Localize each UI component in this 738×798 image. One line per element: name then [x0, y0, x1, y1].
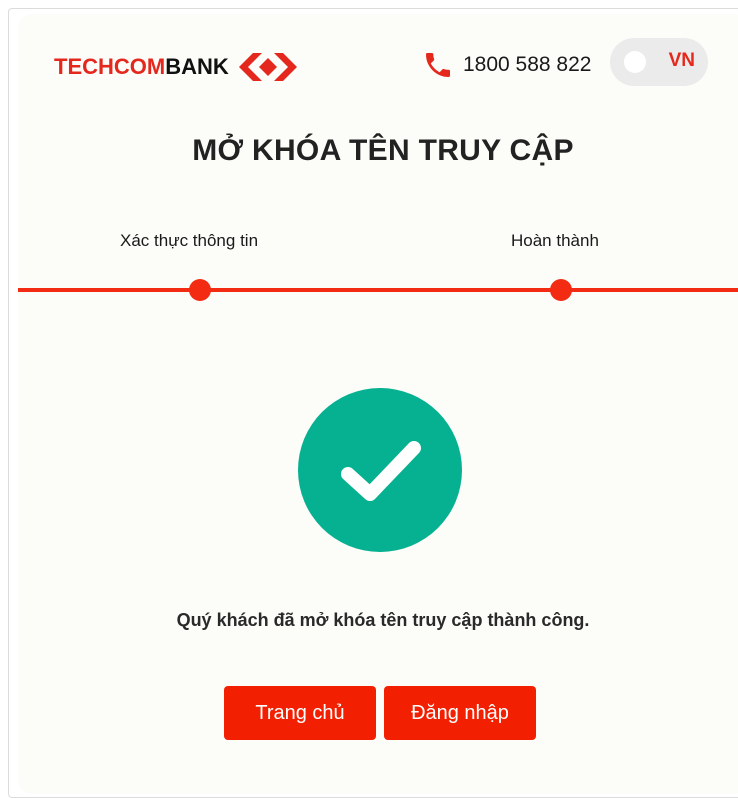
- step-label-complete: Hoàn thành: [511, 231, 599, 250]
- language-label: VN: [668, 50, 695, 71]
- checkmark-circle-icon: [298, 388, 462, 552]
- success-message: Quý khách đã mở khóa tên truy cập thành …: [176, 610, 590, 630]
- techcombank-logo[interactable]: TECHCOMBANK: [54, 52, 297, 82]
- logo-text-techcom: TECHCOM: [54, 54, 166, 79]
- progress-line: [18, 288, 738, 292]
- step-dot-complete: [550, 279, 572, 301]
- techcombank-logo-icon: [238, 53, 297, 81]
- language-toggle[interactable]: VN: [610, 38, 708, 86]
- login-button[interactable]: Đăng nhập: [384, 686, 536, 740]
- language-toggle-knob: [624, 51, 646, 73]
- phone-icon: [426, 53, 450, 77]
- hotline-number: 1800 588 822: [463, 53, 592, 76]
- logo-text: TECHCOMBANK: [54, 54, 229, 80]
- logo-text-bank: BANK: [165, 54, 229, 79]
- home-button[interactable]: Trang chủ: [224, 686, 376, 740]
- step-label-verify: Xác thực thông tin: [120, 231, 259, 250]
- unlock-username-card: TECHCOMBANK 1800 588 822 VN MỞ KHÓA TÊN …: [18, 14, 738, 794]
- hotline[interactable]: 1800 588 822: [422, 48, 591, 82]
- step-dot-verify: [189, 279, 211, 301]
- page-title: MỞ KHÓA TÊN TRUY CẬP: [192, 134, 574, 167]
